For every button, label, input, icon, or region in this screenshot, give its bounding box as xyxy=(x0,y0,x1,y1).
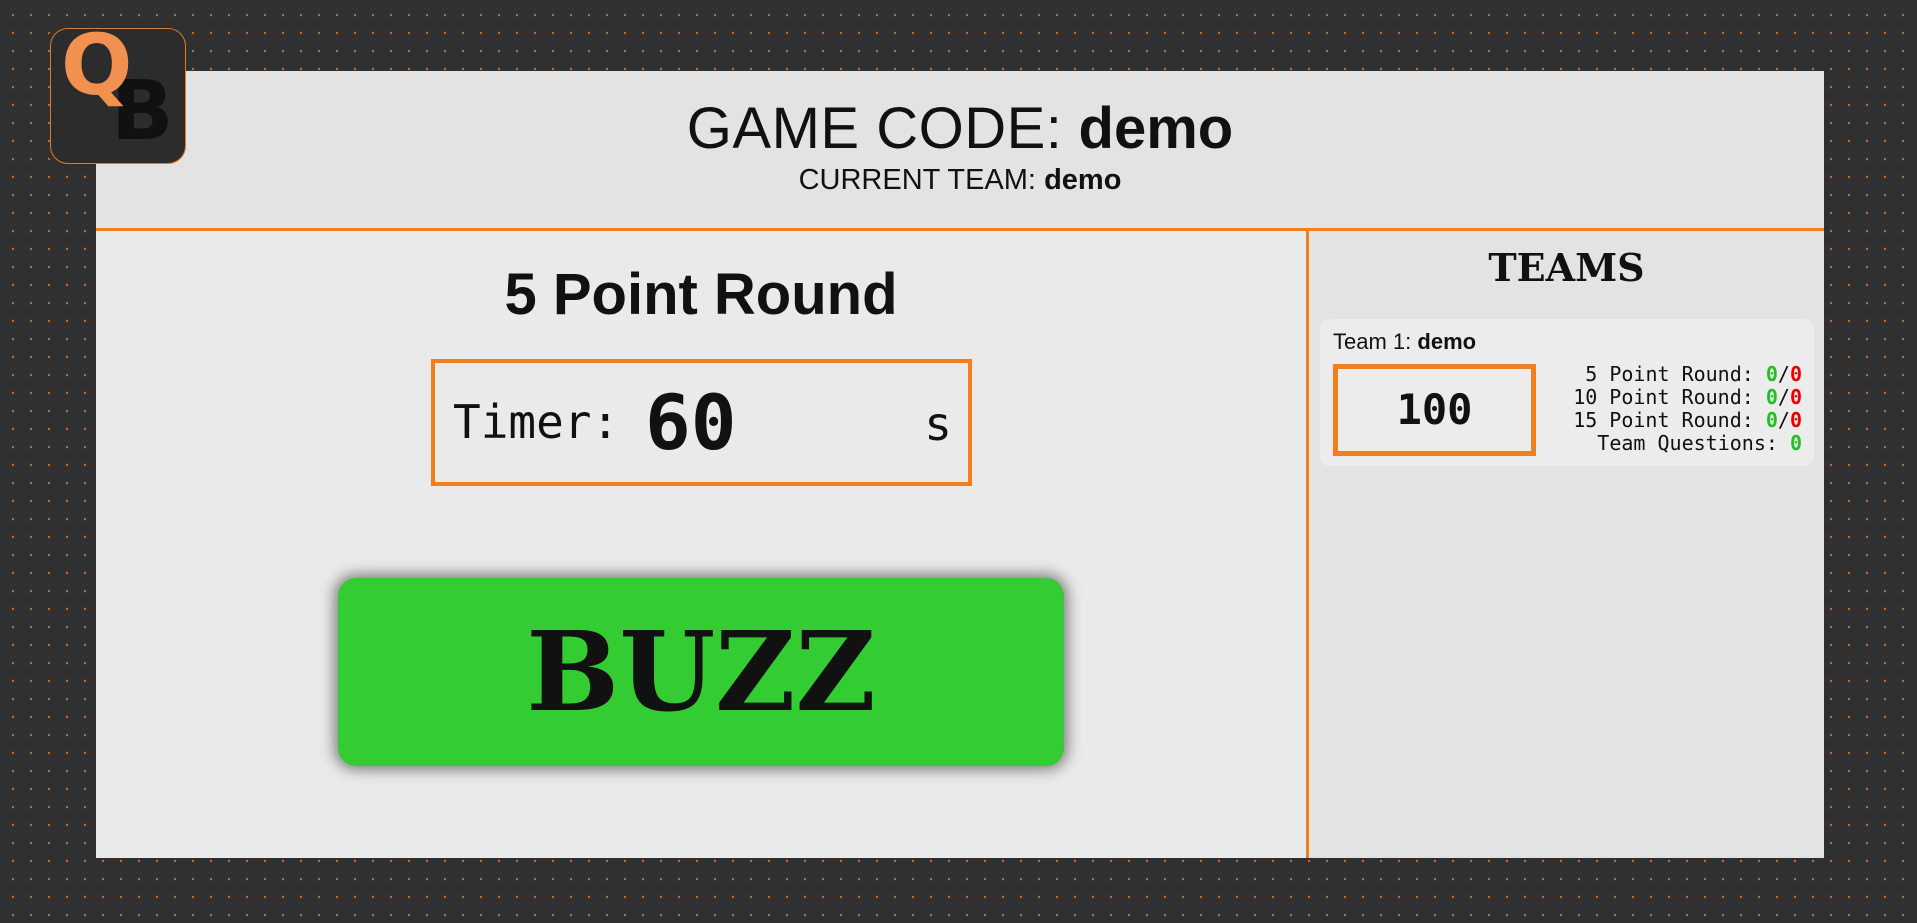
stat-wrong: 0 xyxy=(1789,385,1802,409)
current-team-value: demo xyxy=(1044,163,1122,196)
stat-separator: / xyxy=(1777,362,1790,386)
qb-logo: B Q xyxy=(50,28,186,164)
timer-unit: s xyxy=(924,397,952,451)
team-name: Team 1: demo xyxy=(1333,329,1476,355)
stat-correct: 0 xyxy=(1765,385,1778,409)
team-name-value: demo xyxy=(1417,329,1477,354)
team-stats: 5 Point Round: 0/0 10 Point Round: 0/0 1… xyxy=(1573,363,1802,455)
team-questions-label: Team Questions: xyxy=(1597,431,1778,455)
stat-label: 5 Point Round: xyxy=(1585,362,1754,386)
round-title: 5 Point Round xyxy=(504,262,898,327)
logo-letter-q: Q xyxy=(61,28,133,114)
buzzer-area: 5 Point Round Timer: 60 s BUZZ xyxy=(96,231,1306,858)
team-questions-row: Team Questions: 0 xyxy=(1573,432,1802,455)
stat-label: 15 Point Round: xyxy=(1573,408,1754,432)
teams-title: TEAMS xyxy=(1488,245,1645,290)
teams-sidebar: TEAMS Team 1: demo 100 5 Point Round: 0/… xyxy=(1306,231,1824,858)
game-panel: GAME CODE: demo CURRENT TEAM: demo 5 Poi… xyxy=(96,71,1824,858)
team-card: Team 1: demo 100 5 Point Round: 0/0 10 P… xyxy=(1320,319,1814,466)
stat-correct: 0 xyxy=(1765,408,1778,432)
current-team-label: CURRENT TEAM: xyxy=(798,163,1036,196)
stat-correct: 0 xyxy=(1765,362,1778,386)
stat-wrong: 0 xyxy=(1789,362,1802,386)
timer: Timer: 60 s xyxy=(431,359,972,486)
stat-row: 5 Point Round: 0/0 xyxy=(1573,363,1802,386)
stat-label: 10 Point Round: xyxy=(1573,385,1754,409)
buzz-button[interactable]: BUZZ xyxy=(338,578,1064,766)
team-name-prefix: Team 1: xyxy=(1333,329,1412,354)
game-code: GAME CODE: demo xyxy=(96,96,1824,161)
stat-wrong: 0 xyxy=(1789,408,1802,432)
timer-value: 60 xyxy=(645,378,737,467)
stat-row: 10 Point Round: 0/0 xyxy=(1573,386,1802,409)
stat-separator: / xyxy=(1777,385,1790,409)
game-code-label: GAME CODE: xyxy=(686,96,1063,161)
stat-separator: / xyxy=(1777,408,1790,432)
timer-label: Timer: xyxy=(453,395,620,449)
game-code-value: demo xyxy=(1078,96,1234,161)
current-team: CURRENT TEAM: demo xyxy=(96,164,1824,197)
team-score: 100 xyxy=(1333,364,1536,456)
stat-row: 15 Point Round: 0/0 xyxy=(1573,409,1802,432)
team-questions-value: 0 xyxy=(1789,431,1802,455)
game-header: GAME CODE: demo CURRENT TEAM: demo xyxy=(96,71,1824,231)
